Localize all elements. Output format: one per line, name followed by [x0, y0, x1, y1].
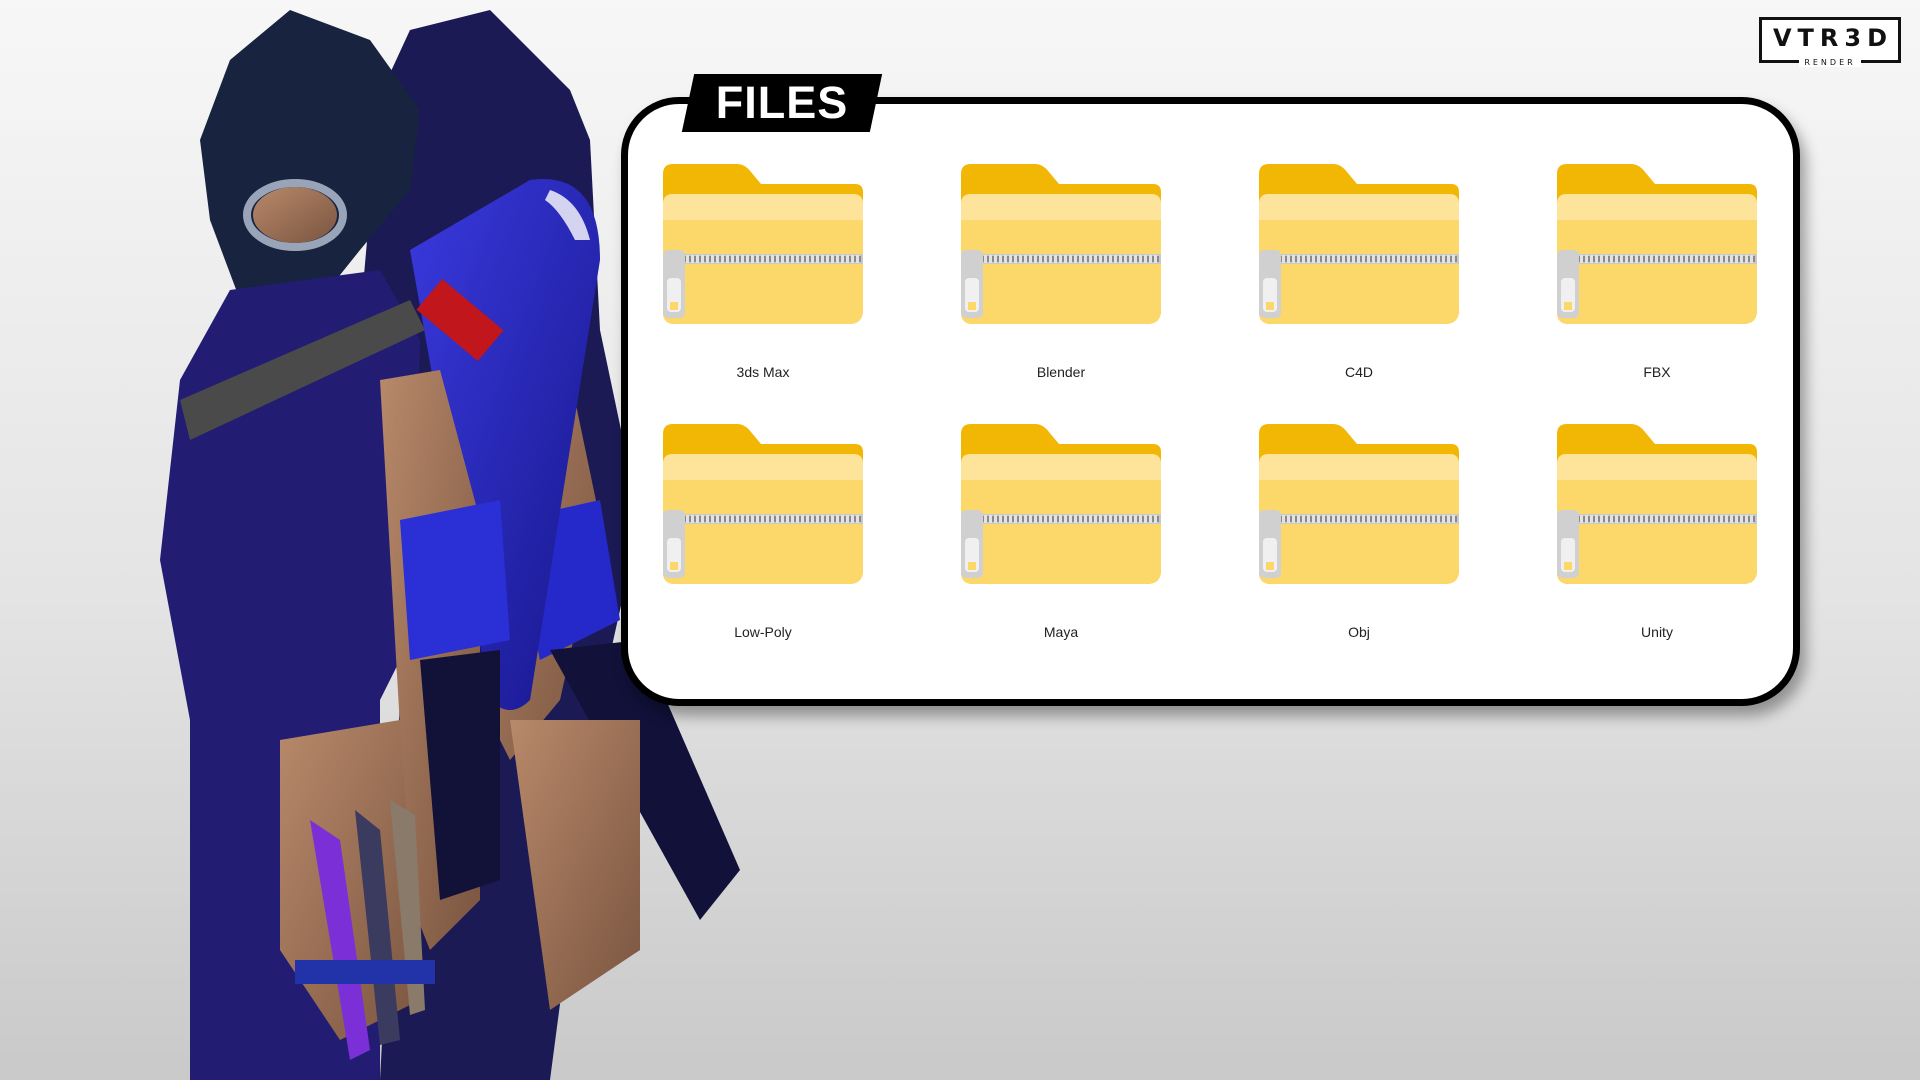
zip-folder-icon — [663, 424, 863, 584]
files-grid: 3ds Max Blender C4D FBX Low-Poly Maya Ob… — [646, 160, 1786, 660]
zip-folder-icon — [663, 164, 863, 324]
file-label: Unity — [1641, 624, 1673, 640]
zip-folder-icon — [961, 164, 1161, 324]
zip-folder-icon — [1557, 164, 1757, 324]
file-label: Low-Poly — [734, 624, 792, 640]
zip-folder-icon — [1557, 424, 1757, 584]
zip-folder-icon — [961, 424, 1161, 584]
file-label: Obj — [1348, 624, 1370, 640]
file-item[interactable]: Low-Poly — [646, 420, 944, 680]
zip-folder-icon — [1259, 424, 1459, 584]
logo-subtext: RENDER — [1799, 58, 1861, 67]
file-item[interactable]: Obj — [1242, 420, 1540, 680]
file-label: Maya — [1043, 624, 1079, 640]
file-label: 3ds Max — [736, 364, 790, 380]
zip-folder-icon — [1259, 164, 1459, 324]
file-item[interactable]: FBX — [1540, 160, 1838, 420]
file-item[interactable]: Blender — [944, 160, 1242, 420]
file-item[interactable]: 3ds Max — [646, 160, 944, 420]
file-item[interactable]: C4D — [1242, 160, 1540, 420]
file-item[interactable]: Unity — [1540, 420, 1838, 680]
logo-text: VTR3D — [1772, 24, 1894, 52]
file-item[interactable]: Maya — [944, 420, 1242, 680]
file-label: Blender — [1036, 364, 1086, 380]
brand-logo: VTR3D RENDER — [1759, 17, 1901, 67]
files-title: FILES — [715, 77, 849, 128]
file-label: FBX — [1643, 364, 1671, 380]
file-label: C4D — [1344, 364, 1373, 380]
